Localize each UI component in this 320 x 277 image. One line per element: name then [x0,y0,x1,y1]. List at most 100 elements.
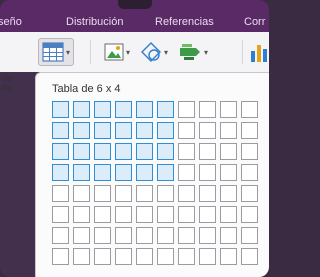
table-grid-cell[interactable] [241,227,258,244]
table-grid-cell[interactable] [115,164,132,181]
table-grid-cell[interactable] [178,101,195,118]
table-grid-cell[interactable] [73,101,90,118]
chart-button[interactable] [250,38,268,66]
table-grid-cell[interactable] [157,143,174,160]
table-grid-cell[interactable] [157,101,174,118]
table-grid-cell[interactable] [136,101,153,118]
table-grid-cell[interactable] [220,101,237,118]
table-grid-cell[interactable] [136,206,153,223]
table-grid-cell[interactable] [220,248,237,265]
table-grid-cell[interactable] [73,248,90,265]
table-grid-cell[interactable] [136,143,153,160]
table-grid-cell[interactable] [241,143,258,160]
table-grid-cell[interactable] [241,122,258,139]
table-grid-cell[interactable] [52,101,69,118]
table-grid-cell[interactable] [52,227,69,244]
table-grid-cell[interactable] [136,122,153,139]
table-grid-cell[interactable] [241,185,258,202]
table-grid-cell[interactable] [73,143,90,160]
table-grid-cell[interactable] [94,206,111,223]
table-size-label: Tabla de 6 x 4 [52,83,121,95]
table-grid-cell[interactable] [115,185,132,202]
table-grid-cell[interactable] [178,164,195,181]
table-grid-cell[interactable] [52,164,69,181]
chevron-down-icon: ▾ [66,47,71,57]
camera-notch [118,0,152,9]
table-grid-cell[interactable] [199,101,216,118]
table-grid-cell[interactable] [157,164,174,181]
insert-table-dropdown: Tabla de 6 x 4 [35,72,269,277]
table-grid-cell[interactable] [52,185,69,202]
table-grid-cell[interactable] [199,122,216,139]
table-grid-cell[interactable] [220,122,237,139]
table-grid-cell[interactable] [73,185,90,202]
window: seño Distribución Referencias Corr ▾ ▾ ▾… [0,0,269,277]
table-grid-cell[interactable] [115,248,132,265]
table-grid-cell[interactable] [94,101,111,118]
separator [242,40,243,64]
table-grid-cell[interactable] [52,206,69,223]
table-grid-cell[interactable] [241,101,258,118]
table-grid-cell[interactable] [115,122,132,139]
table-grid-cell[interactable] [178,122,195,139]
label-line-2: na [2,82,13,92]
picture-button[interactable]: ▾ [104,38,130,66]
smartart-icon [180,44,200,60]
table-grid-cell[interactable] [178,143,195,160]
table-grid-cell[interactable] [136,248,153,265]
shapes-icon [141,42,161,62]
table-grid-cell[interactable] [94,227,111,244]
table-grid-cell[interactable] [178,248,195,265]
table-grid-cell[interactable] [52,143,69,160]
table-grid-cell[interactable] [136,227,153,244]
table-grid-cell[interactable] [220,185,237,202]
table-grid-cell[interactable] [199,143,216,160]
table-grid-cell[interactable] [220,227,237,244]
table-grid-cell[interactable] [115,101,132,118]
table-grid-cell[interactable] [115,143,132,160]
table-grid-cell[interactable] [241,164,258,181]
table-grid-cell[interactable] [115,227,132,244]
table-grid-cell[interactable] [157,248,174,265]
table-grid-cell[interactable] [136,185,153,202]
table-grid-cell[interactable] [199,206,216,223]
table-grid-cell[interactable] [73,227,90,244]
table-grid-cell[interactable] [220,143,237,160]
table-grid-cell[interactable] [241,206,258,223]
table-grid-cell[interactable] [94,185,111,202]
tab-distribucion[interactable]: Distribución [66,16,123,28]
table-grid-cell[interactable] [199,164,216,181]
table-grid-cell[interactable] [220,164,237,181]
table-grid-cell[interactable] [73,122,90,139]
picture-icon [104,43,124,61]
tab-referencias[interactable]: Referencias [155,16,214,28]
table-grid-cell[interactable] [157,206,174,223]
table-grid-cell[interactable] [199,248,216,265]
tab-diseno[interactable]: seño [0,16,22,28]
table-grid-cell[interactable] [52,248,69,265]
table-grid-cell[interactable] [178,227,195,244]
table-grid-cell[interactable] [52,122,69,139]
table-grid-cell[interactable] [115,206,132,223]
table-grid-cell[interactable] [241,248,258,265]
table-grid-cell[interactable] [199,185,216,202]
table-grid-cell[interactable] [73,164,90,181]
tab-correspondencia[interactable]: Corr [244,16,265,28]
table-grid-cell[interactable] [157,227,174,244]
table-button[interactable]: ▾ [38,38,75,66]
table-grid-cell[interactable] [199,227,216,244]
table-size-grid[interactable] [52,101,258,265]
table-grid-cell[interactable] [178,185,195,202]
table-grid-cell[interactable] [220,206,237,223]
table-grid-cell[interactable] [73,206,90,223]
table-grid-cell[interactable] [94,122,111,139]
table-grid-cell[interactable] [157,185,174,202]
table-grid-cell[interactable] [178,206,195,223]
table-grid-cell[interactable] [157,122,174,139]
table-grid-cell[interactable] [94,164,111,181]
shapes-button[interactable]: ▾ [140,38,168,66]
table-grid-cell[interactable] [94,143,111,160]
table-grid-cell[interactable] [136,164,153,181]
smartart-button[interactable]: ▾ [178,38,208,66]
table-grid-cell[interactable] [94,248,111,265]
